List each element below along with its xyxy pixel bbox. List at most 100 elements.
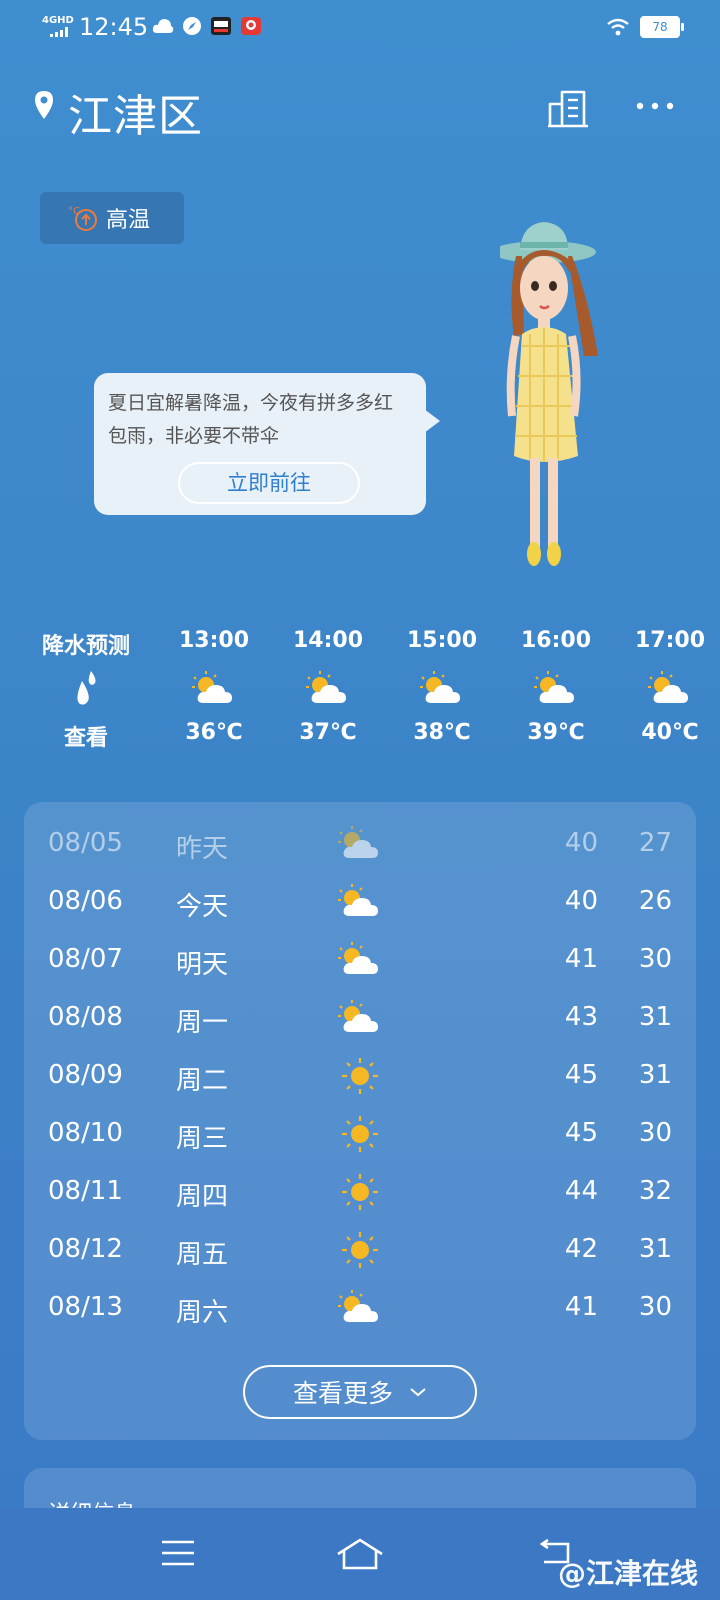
- daily-row[interactable]: 08/05 昨天 40 27: [24, 820, 696, 878]
- daily-row[interactable]: 08/12 周五 42 31: [24, 1226, 696, 1284]
- day-date: 08/10: [48, 1118, 123, 1148]
- hour-time: 17:00: [634, 628, 706, 653]
- partly-cloudy-icon: [620, 658, 720, 720]
- hour-temp: 36℃: [185, 720, 243, 745]
- day-low: 30: [638, 1118, 672, 1148]
- day-date: 08/07: [48, 944, 123, 974]
- view-more-button[interactable]: 查看更多: [243, 1365, 477, 1419]
- day-low: 31: [638, 1060, 672, 1090]
- partly-cloudy-icon: [338, 1290, 378, 1322]
- day-weekday: 明天: [176, 950, 229, 980]
- sunny-icon: [342, 1116, 378, 1152]
- hour-temp: 39℃: [527, 720, 585, 745]
- compass-notification-icon: [183, 17, 201, 35]
- hourly-item: 15:00 38℃: [392, 628, 492, 745]
- partly-cloudy-icon: [278, 658, 378, 720]
- tip-bubble: 夏日宜解暑降温，今夜有拼多多红包雨，非必要不带伞 立即前往: [94, 373, 440, 515]
- hourly-item: 14:00 37℃: [278, 628, 378, 745]
- home-icon[interactable]: [336, 1538, 384, 1570]
- daily-row[interactable]: 08/07 明天 41 30: [24, 936, 696, 994]
- day-weekday: 周五: [176, 1240, 229, 1270]
- alert-label: 高温: [106, 208, 151, 233]
- clock: 12:45: [79, 13, 149, 41]
- day-high: 42: [564, 1234, 598, 1264]
- day-date: 08/06: [48, 886, 123, 916]
- hour-time: 16:00: [520, 628, 592, 653]
- hour-temp: 37℃: [299, 720, 357, 745]
- wifi-icon: [607, 18, 629, 36]
- hour-time: 15:00: [406, 628, 478, 653]
- day-weekday: 昨天: [176, 834, 229, 864]
- day-high: 45: [564, 1060, 598, 1090]
- day-high: 45: [564, 1118, 598, 1148]
- day-low: 26: [638, 886, 672, 916]
- signal-icon: [50, 27, 68, 37]
- network-type: 4GHD: [42, 15, 74, 26]
- hour-temp: 38℃: [413, 720, 471, 745]
- partly-cloudy-icon: [338, 942, 378, 974]
- day-weekday: 周三: [176, 1124, 229, 1154]
- partly-cloudy-icon: [164, 658, 264, 720]
- day-date: 08/08: [48, 1002, 123, 1032]
- daily-row[interactable]: 08/13 周六 41 30: [24, 1284, 696, 1342]
- watermark: @江津在线: [557, 1557, 698, 1590]
- thermometer-alert-icon: °C: [68, 206, 97, 231]
- chevron-down-icon: [410, 1388, 426, 1397]
- partly-cloudy-icon: [338, 884, 378, 916]
- precipitation-title: 降水预测: [41, 634, 130, 659]
- day-low: 30: [638, 1292, 672, 1322]
- cloud-notification-icon: [152, 19, 174, 33]
- day-low: 30: [638, 944, 672, 974]
- precipitation-forecast[interactable]: 降水预测 查看: [36, 628, 136, 752]
- hourly-item: 17:00 40℃: [620, 628, 720, 745]
- day-low: 32: [638, 1176, 672, 1206]
- day-high: 41: [564, 1292, 598, 1322]
- day-date: 08/11: [48, 1176, 123, 1206]
- hour-temp: 40℃: [641, 720, 699, 745]
- day-weekday: 周一: [176, 1008, 229, 1038]
- day-weekday: 今天: [176, 892, 229, 922]
- hour-time: 14:00: [292, 628, 364, 653]
- day-weekday: 周四: [176, 1182, 229, 1212]
- status-bar: 4GHD 12:45 78: [0, 0, 720, 56]
- city-management-button[interactable]: [546, 86, 590, 130]
- day-date: 08/09: [48, 1060, 123, 1090]
- go-now-button[interactable]: 立即前往: [178, 462, 360, 504]
- day-high: 44: [564, 1176, 598, 1206]
- city-name[interactable]: 江津区: [68, 80, 203, 144]
- day-high: 43: [564, 1002, 598, 1032]
- building-icon: [548, 90, 588, 128]
- sunny-icon: [342, 1232, 378, 1268]
- day-date: 08/13: [48, 1292, 123, 1322]
- daily-row[interactable]: 08/06 今天 40 26: [24, 878, 696, 936]
- day-high: 41: [564, 944, 598, 974]
- daily-row[interactable]: 08/10 周三 45 30: [24, 1110, 696, 1168]
- partly-cloudy-icon: [338, 826, 378, 858]
- day-date: 08/05: [48, 828, 123, 858]
- sunny-icon: [342, 1058, 378, 1094]
- menu-icon[interactable]: [160, 1538, 196, 1568]
- daily-row[interactable]: 08/09 周二 45 31: [24, 1052, 696, 1110]
- partly-cloudy-icon: [338, 1000, 378, 1032]
- sunny-icon: [342, 1174, 378, 1210]
- hourly-item: 16:00 39℃: [506, 628, 606, 745]
- day-weekday: 周二: [176, 1066, 229, 1096]
- tip-message: 夏日宜解暑降温，今夜有拼多多红包雨，非必要不带伞: [108, 392, 394, 447]
- daily-forecast-card: 08/05 昨天 40 27 08/06 今天 40 26 08/07 明天 4…: [24, 802, 696, 1440]
- partly-cloudy-icon: [392, 658, 492, 720]
- more-options-button[interactable]: [634, 86, 678, 130]
- weather-character-illustration: [500, 222, 598, 566]
- day-low: 31: [638, 1234, 672, 1264]
- location-pin-icon: [35, 91, 53, 119]
- daily-row[interactable]: 08/11 周四 44 32: [24, 1168, 696, 1226]
- view-more-label: 查看更多: [292, 1379, 393, 1408]
- day-high: 40: [564, 886, 598, 916]
- day-low: 27: [638, 828, 672, 858]
- high-temperature-alert[interactable]: °C 高温: [40, 192, 184, 244]
- partly-cloudy-icon: [506, 658, 606, 720]
- day-low: 31: [638, 1002, 672, 1032]
- precipitation-action: 查看: [63, 726, 108, 751]
- battery-indicator: 78: [640, 16, 684, 38]
- daily-row[interactable]: 08/08 周一 43 31: [24, 994, 696, 1052]
- app-notification-icon: [211, 17, 231, 35]
